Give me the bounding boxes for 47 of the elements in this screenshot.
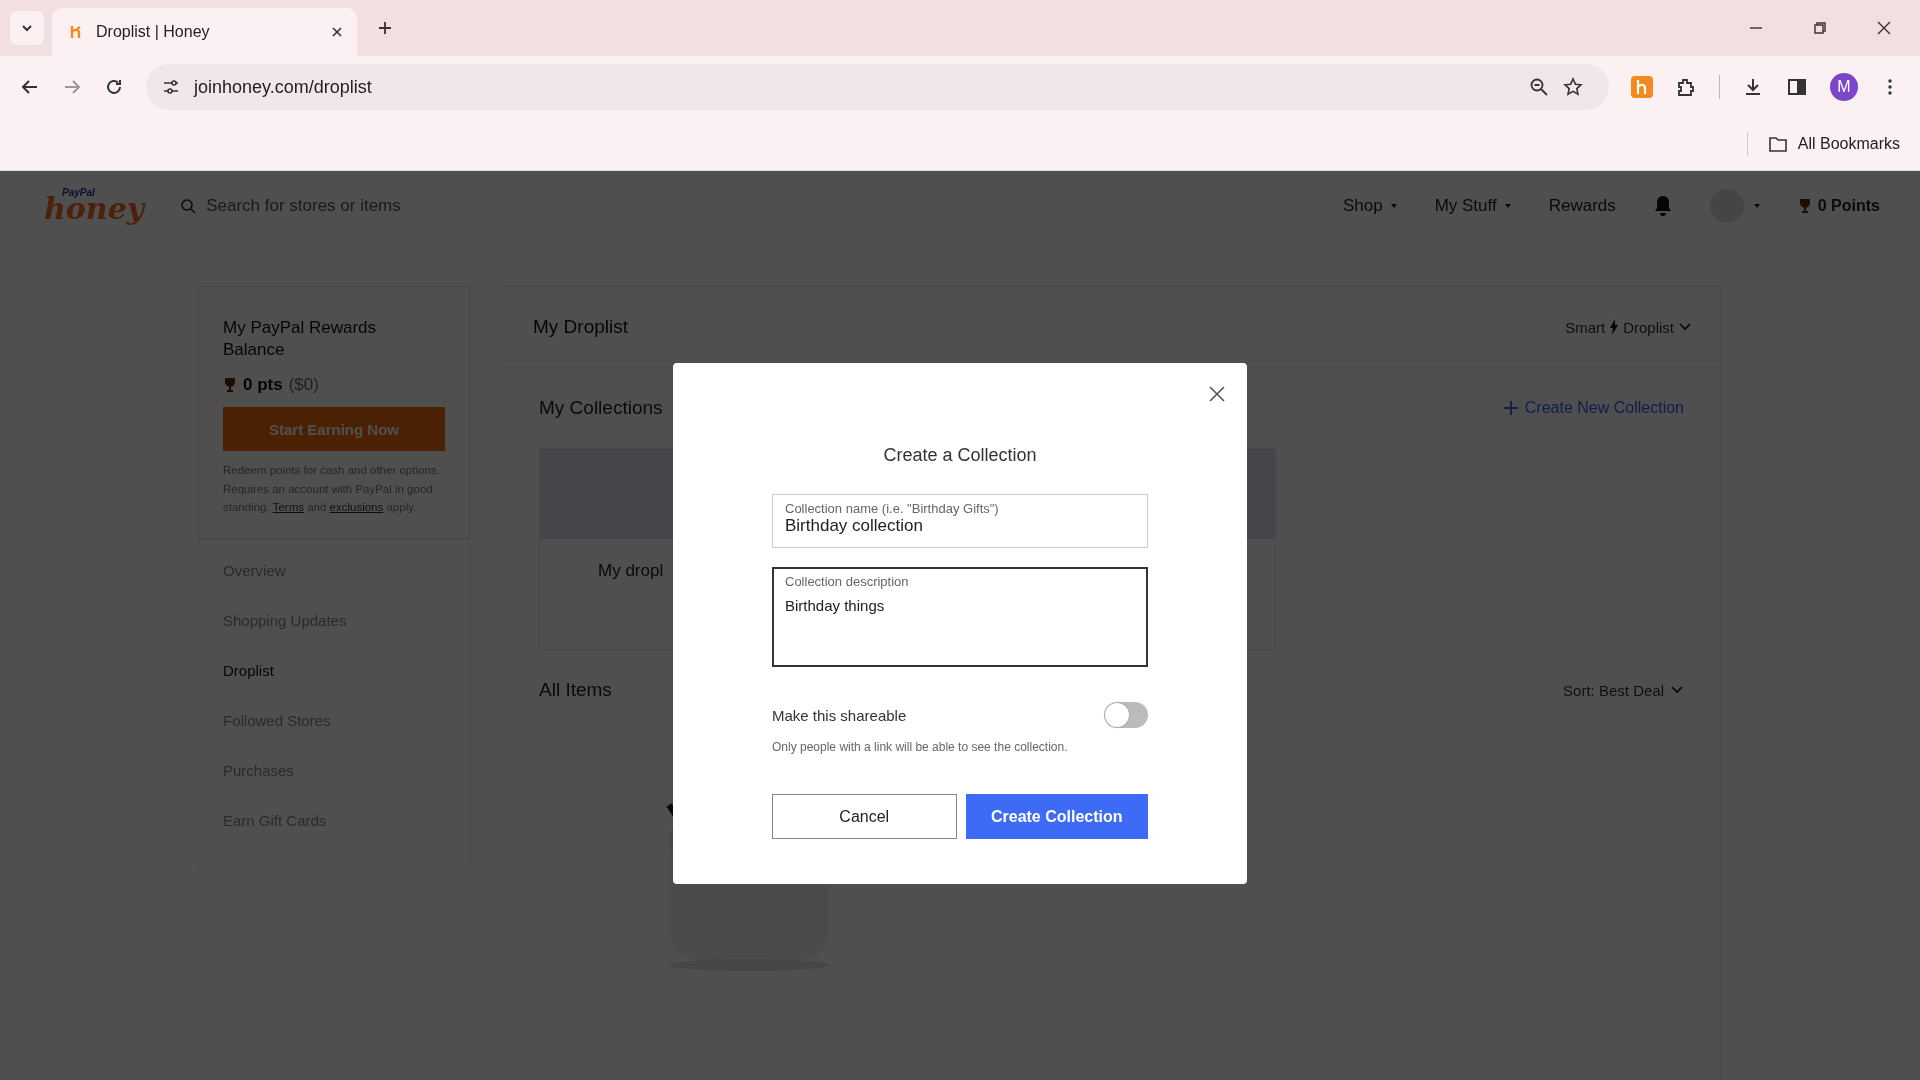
shareable-label: Make this shareable <box>772 706 907 724</box>
points-badge[interactable]: 0 Points <box>1797 197 1880 215</box>
cancel-button[interactable]: Cancel <box>772 794 957 839</box>
plus-icon <box>1502 400 1519 416</box>
collection-description-field[interactable]: Collection description Birthday things <box>772 567 1148 667</box>
nav-menu[interactable]: Rewards <box>1548 196 1616 216</box>
extensions-icon[interactable] <box>1675 76 1697 98</box>
shareable-toggle[interactable] <box>1104 702 1148 728</box>
reload-icon[interactable] <box>104 77 124 97</box>
restore-icon[interactable] <box>1812 20 1828 36</box>
star-icon[interactable] <box>1563 77 1583 97</box>
points-balance: 0 pts <box>243 375 283 396</box>
trophy-icon <box>1797 198 1812 214</box>
start-earning-button[interactable]: Start Earning Now <box>223 407 445 452</box>
smart-droplist-menu[interactable]: Smart Droplist <box>1565 318 1692 336</box>
terms-link[interactable]: exclusions <box>329 500 384 513</box>
trophy-icon <box>223 377 237 394</box>
site-settings-icon[interactable] <box>162 78 180 96</box>
nav-menu[interactable]: Shop <box>1342 196 1399 216</box>
rewards-title: My PayPal Rewards Balance <box>223 317 378 362</box>
browser-tab[interactable]: Droplist | Honey <box>52 8 357 56</box>
tab-title: Droplist | Honey <box>96 23 211 41</box>
sidebar-item[interactable]: Droplist <box>223 662 445 713</box>
close-icon[interactable] <box>331 26 343 38</box>
terms-link[interactable]: Terms <box>272 500 304 513</box>
sort-dropdown[interactable]: Sort: Best Deal <box>1563 681 1684 699</box>
profile-avatar[interactable]: M <box>1830 73 1858 101</box>
nav-menu[interactable]: My Stuff <box>1434 196 1513 216</box>
dialog-title: Create a Collection <box>882 445 1038 466</box>
collection-name: My dropl <box>598 561 664 581</box>
address-bar[interactable]: joinhoney.com/droplist <box>146 64 1609 110</box>
close-icon[interactable] <box>1207 384 1227 404</box>
collection-name-field[interactable]: Collection name (i.e. "Birthday Gifts") Birthday collection <box>772 494 1148 548</box>
create-collection-button[interactable]: Create Collection <box>965 794 1148 839</box>
new-tab-icon[interactable] <box>377 20 393 36</box>
droplist-title: My Droplist <box>533 316 628 338</box>
side-panel-icon[interactable] <box>1786 76 1808 98</box>
bookmarks-folder[interactable]: All Bookmarks <box>1767 135 1900 153</box>
folder-icon <box>1767 135 1788 153</box>
close-icon[interactable] <box>1876 20 1892 36</box>
collections-title: My Collections <box>539 397 663 419</box>
url-text: joinhoney.com/droplist <box>194 76 372 98</box>
zoom-icon[interactable] <box>1529 77 1549 97</box>
shareable-hint: Only people with a link will be able to see the collection. <box>772 740 1069 754</box>
bolt-icon <box>1609 319 1620 335</box>
search-icon <box>180 198 197 214</box>
all-items-title: All Items <box>539 679 612 701</box>
